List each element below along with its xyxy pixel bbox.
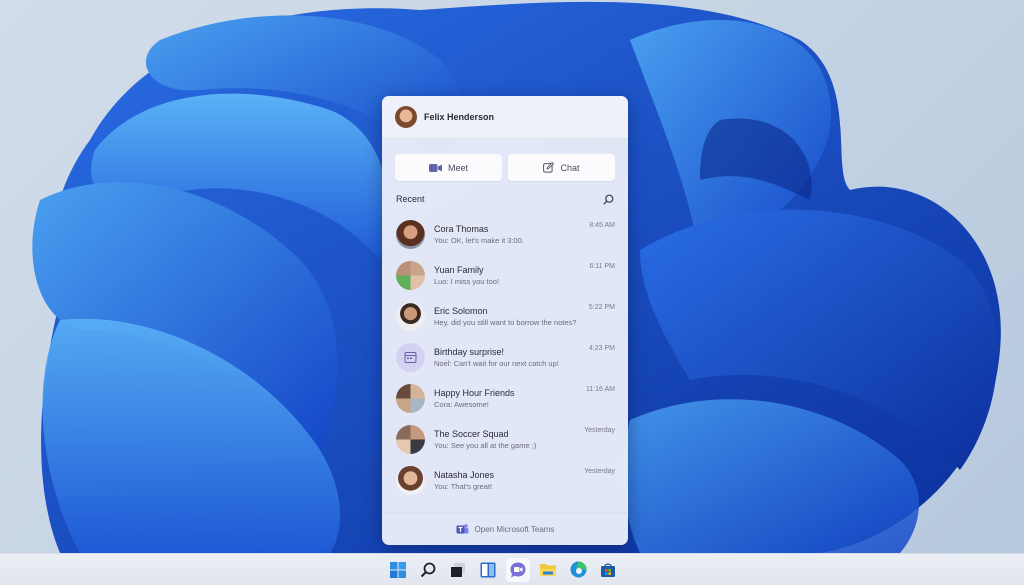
chat-preview: Luo: I miss you too! <box>434 277 500 286</box>
chat-label: Chat <box>560 162 580 173</box>
group-avatar <box>396 425 425 454</box>
meeting-avatar <box>396 343 425 372</box>
chat-time: 6:11 PM <box>589 263 615 270</box>
chat-time: Yesterday <box>584 468 615 475</box>
group-avatar <box>396 261 425 290</box>
edge-icon <box>570 561 586 578</box>
chat-item-eric-solomon[interactable]: Eric Solomon Hey, did you still want to b… <box>382 296 628 337</box>
chat-name: Eric Solomon <box>434 306 488 316</box>
store-icon <box>601 562 615 577</box>
user-name: Felix Henderson <box>424 112 495 122</box>
taskbar-icons <box>386 554 620 585</box>
widgets-icon <box>480 562 496 577</box>
chat-name: The Soccer Squad <box>434 429 509 439</box>
chat-name: Natasha Jones <box>434 470 495 480</box>
chat-preview: Hey, did you still want to borrow the no… <box>434 318 577 327</box>
chat-item-natasha-jones[interactable]: Natasha Jones You: That's great! Yesterda… <box>382 460 628 501</box>
store-button[interactable] <box>596 558 620 582</box>
task-view-button[interactable] <box>446 558 470 582</box>
teams-chat-button[interactable] <box>506 557 530 582</box>
chat-name: Cora Thomas <box>434 224 489 234</box>
teams-chat-flyout: Felix Henderson Meet Chat Recent Cora Th… <box>382 96 628 545</box>
chat-name: Yuan Family <box>434 265 484 275</box>
chat-time: 8:45 AM <box>589 222 615 229</box>
open-teams-label: Open Microsoft Teams <box>474 524 555 534</box>
recent-header: Recent <box>382 181 628 206</box>
user-avatar[interactable] <box>395 106 417 128</box>
flyout-header: Felix Henderson <box>382 96 628 139</box>
chat-preview: You: OK, let's make it 3:00. <box>434 236 524 245</box>
open-teams-link[interactable]: Open Microsoft Teams <box>382 512 628 545</box>
teams-logo-icon <box>456 524 469 534</box>
start-button[interactable] <box>386 558 410 582</box>
chat-item-cora-thomas[interactable]: Cora Thomas You: OK, let's make it 3:00. … <box>382 214 628 255</box>
contact-avatar <box>396 466 425 495</box>
video-camera-icon <box>428 163 442 172</box>
chat-time: 11:16 AM <box>585 386 615 393</box>
edge-button[interactable] <box>566 558 590 582</box>
search-icon[interactable] <box>603 194 614 205</box>
taskbar <box>0 553 1024 585</box>
chat-item-yuan-family[interactable]: Yuan Family Luo: I miss you too! 6:11 PM <box>382 255 628 296</box>
contact-avatar <box>396 220 425 249</box>
chat-time: Yesterday <box>584 427 615 434</box>
meet-label: Meet <box>447 162 468 173</box>
start-icon <box>390 561 406 578</box>
chat-item-happy-hour-friends[interactable]: Happy Hour Friends Cora: Awesome! 11:16 A… <box>382 378 628 419</box>
chat-name: Happy Hour Friends <box>434 388 515 398</box>
contact-avatar <box>396 302 425 331</box>
chat-preview: You: See you all at the game ;) <box>434 441 537 450</box>
chat-time: 4:23 PM <box>588 345 615 352</box>
chat-preview: Noel: Can't wait for our next catch up! <box>434 359 559 368</box>
search-icon <box>420 562 436 577</box>
chat-preview: Cora: Awesome! <box>434 400 489 409</box>
chat-item-birthday-surprise[interactable]: Birthday surprise! Noel: Can't wait for o… <box>382 337 628 378</box>
widgets-button[interactable] <box>476 558 500 582</box>
group-avatar <box>396 384 425 413</box>
recent-chats-list: Cora Thomas You: OK, let's make it 3:00. … <box>382 214 628 501</box>
calendar-icon <box>404 352 417 363</box>
meet-button[interactable]: Meet <box>395 154 502 181</box>
compose-icon <box>543 162 555 173</box>
chat-button[interactable]: Chat <box>508 154 615 181</box>
search-button[interactable] <box>416 558 440 582</box>
file-explorer-button[interactable] <box>536 558 560 582</box>
chat-preview: You: That's great! <box>434 482 493 491</box>
chat-item-the-soccer-squad[interactable]: The Soccer Squad You: See you all at the … <box>382 419 628 460</box>
recent-title: Recent <box>396 194 425 204</box>
task-view-icon <box>451 562 465 577</box>
chat-time: 5:22 PM <box>588 304 615 311</box>
teams-chat-icon <box>510 562 526 577</box>
file-explorer-icon <box>540 563 556 576</box>
action-buttons: Meet Chat <box>382 139 628 181</box>
chat-name: Birthday surprise! <box>434 347 505 357</box>
